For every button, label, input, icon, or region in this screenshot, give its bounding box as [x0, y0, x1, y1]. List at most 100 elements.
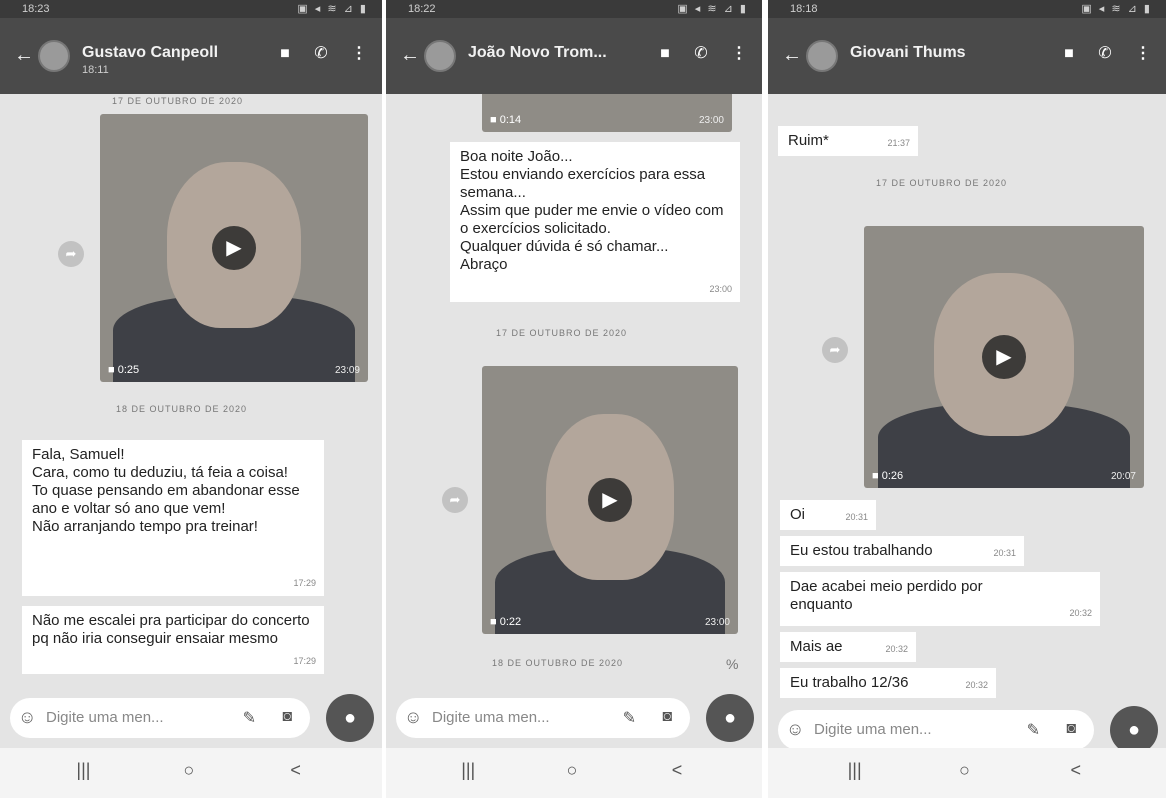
attach-icon[interactable]: ✎	[1027, 720, 1040, 740]
message-bubble[interactable]: Oi 20:31	[780, 500, 876, 530]
message-time: 23:00	[709, 284, 732, 294]
avatar[interactable]	[806, 40, 838, 72]
back-nav-icon[interactable]: <	[672, 760, 683, 781]
status-time: 18:23	[22, 3, 50, 15]
video-message[interactable]: ▶ ■ 0:26 20:07	[864, 226, 1144, 488]
status-icons: ▣ ◂ ≋ ⊿ ▮	[1081, 3, 1152, 15]
system-nav-bar: ||| ○ <	[0, 748, 382, 798]
camera-icon[interactable]: ◙	[662, 708, 672, 726]
contact-name[interactable]: Gustavo Canpeoll	[82, 44, 218, 62]
date-chip: 17 DE OUTUBRO DE 2020	[112, 96, 244, 106]
contact-name[interactable]: João Novo Trom...	[468, 44, 607, 62]
date-chip: 18 DE OUTUBRO DE 2020	[116, 404, 248, 414]
forward-icon[interactable]: ➦	[58, 241, 84, 267]
date-chip: 17 DE OUTUBRO DE 2020	[496, 328, 628, 338]
video-duration: ■ 0:14	[490, 114, 522, 126]
message-time: 20:32	[1069, 608, 1092, 618]
chat-header: ← Gustavo Canpeoll 18:11 ■ ✆ ⋮	[0, 18, 382, 94]
message-input[interactable]: ☺ Digite uma men... ✎ ◙	[778, 710, 1094, 750]
home-icon[interactable]: ○	[183, 760, 194, 781]
emoji-icon[interactable]: ☺	[786, 719, 804, 740]
chat-header: ← João Novo Trom... ■ ✆ ⋮	[386, 18, 762, 94]
message-bubble[interactable]: Mais ae 20:32	[780, 632, 916, 662]
video-call-icon[interactable]: ■	[1058, 42, 1080, 66]
status-bar: 18:22 ▣ ◂ ≋ ⊿ ▮	[386, 0, 762, 18]
video-call-icon[interactable]: ■	[274, 42, 296, 66]
mic-icon[interactable]: ●	[326, 694, 374, 742]
message-time: 20:31	[845, 512, 868, 522]
emoji-icon[interactable]: ☺	[404, 707, 422, 728]
more-options-icon[interactable]: ⋮	[348, 42, 370, 66]
date-chip: 17 DE OUTUBRO DE 2020	[876, 178, 1008, 188]
status-bar: 18:23 ▣ ◂ ≋ ⊿ ▮	[0, 0, 382, 18]
more-options-icon[interactable]: ⋮	[1132, 42, 1154, 66]
chat-screen-giovani: 18:18 ▣ ◂ ≋ ⊿ ▮ ← Giovani Thums ■ ✆ ⋮ Ru…	[768, 0, 1166, 798]
composer-bar: ☺ Digite uma men... ✎ ◙ ●	[386, 690, 762, 748]
video-message[interactable]: ▶ ■ 0:22 23:00	[482, 366, 738, 634]
message-time: 20:07	[1110, 471, 1136, 482]
home-icon[interactable]: ○	[959, 760, 970, 781]
message-bubble[interactable]: Eu trabalho 12/36 20:32	[780, 668, 996, 698]
video-duration-value: 0:25	[117, 364, 140, 376]
emoji-icon[interactable]: ☺	[18, 707, 36, 728]
video-duration: ■ 0:25	[108, 364, 140, 376]
home-icon[interactable]: ○	[566, 760, 577, 781]
message-time: 17:29	[293, 656, 316, 666]
message-time: 17:29	[293, 578, 316, 588]
composer-bar: ☺ Digite uma men... ✎ ◙ ●	[0, 690, 382, 748]
contact-name[interactable]: Giovani Thums	[850, 44, 966, 62]
input-placeholder: Digite uma men...	[432, 709, 550, 726]
phone-call-icon[interactable]: ✆	[690, 42, 712, 66]
video-call-icon[interactable]: ■	[654, 42, 676, 66]
attach-icon[interactable]: ✎	[243, 708, 256, 728]
more-options-icon[interactable]: ⋮	[728, 42, 750, 66]
message-bubble[interactable]: Fala, Samuel! Cara, como tu deduziu, tá …	[22, 440, 324, 596]
mic-icon[interactable]: ●	[706, 694, 754, 742]
message-text: Boa noite João... Estou enviando exercíc…	[460, 148, 724, 273]
phone-call-icon[interactable]: ✆	[1094, 42, 1116, 66]
message-bubble[interactable]: Dae acabei meio perdido por enquanto 20:…	[780, 572, 1100, 626]
camera-icon[interactable]: ◙	[1066, 720, 1076, 738]
video-duration-value: 0:22	[499, 616, 522, 628]
input-placeholder: Digite uma men...	[46, 709, 164, 726]
message-text: Não me escalei pra participar do concert…	[32, 612, 310, 647]
message-time: 23:00	[698, 115, 724, 126]
play-icon[interactable]: ▶	[588, 478, 632, 522]
avatar[interactable]	[38, 40, 70, 72]
avatar[interactable]	[424, 40, 456, 72]
phone-call-icon[interactable]: ✆	[310, 42, 332, 66]
message-time: 20:32	[885, 644, 908, 654]
recent-apps-icon[interactable]: |||	[461, 760, 475, 781]
video-message[interactable]: ▶ ■ 0:25 23:09	[100, 114, 368, 382]
message-bubble[interactable]: Boa noite João... Estou enviando exercíc…	[450, 142, 740, 302]
message-text: Eu estou trabalhando	[790, 542, 933, 559]
forward-icon[interactable]: ➦	[442, 487, 468, 513]
back-arrow-icon[interactable]: ←	[782, 44, 802, 67]
camera-icon[interactable]: ◙	[282, 708, 292, 726]
forward-icon[interactable]: ➦	[822, 337, 848, 363]
back-arrow-icon[interactable]: ←	[400, 44, 420, 67]
back-arrow-icon[interactable]: ←	[14, 44, 34, 67]
message-input[interactable]: ☺ Digite uma men... ✎ ◙	[396, 698, 690, 738]
mic-icon[interactable]: ●	[1110, 706, 1158, 754]
message-bubble[interactable]: Eu estou trabalhando 20:31	[780, 536, 1024, 566]
message-text: Fala, Samuel! Cara, como tu deduziu, tá …	[32, 446, 300, 535]
play-icon[interactable]: ▶	[212, 226, 256, 270]
video-duration-value: 0:26	[881, 470, 904, 482]
play-icon[interactable]: ▶	[982, 335, 1026, 379]
input-placeholder: Digite uma men...	[814, 721, 932, 738]
message-bubble[interactable]: Ruim* 21:37	[778, 126, 918, 156]
back-nav-icon[interactable]: <	[1070, 760, 1081, 781]
status-time: 18:18	[790, 3, 818, 15]
recent-apps-icon[interactable]: |||	[76, 760, 90, 781]
recent-apps-icon[interactable]: |||	[848, 760, 862, 781]
message-input[interactable]: ☺ Digite uma men... ✎ ◙	[10, 698, 310, 738]
message-time: 20:32	[965, 680, 988, 690]
back-nav-icon[interactable]: <	[290, 760, 301, 781]
chat-screen-gustavo: 18:23 ▣ ◂ ≋ ⊿ ▮ ← Gustavo Canpeoll 18:11…	[0, 0, 382, 798]
attach-icon[interactable]: ✎	[623, 708, 636, 728]
message-bubble[interactable]: Não me escalei pra participar do concert…	[22, 606, 324, 674]
status-time: 18:22	[408, 3, 436, 15]
last-seen: 18:11	[82, 64, 109, 76]
scroll-down-icon[interactable]: %	[726, 656, 738, 672]
